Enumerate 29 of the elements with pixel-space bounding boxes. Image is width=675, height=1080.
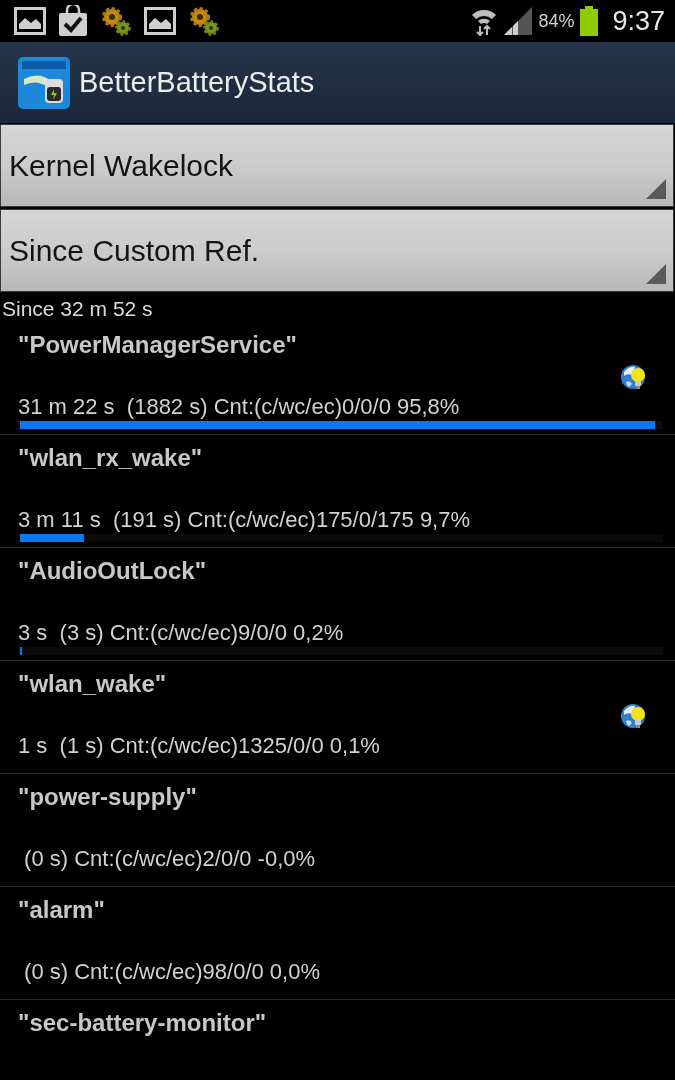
wakelock-stats: 3 m 11 s (191 s) Cnt:(c/wc/ec)175/0/175 9,7%: [17, 508, 472, 532]
wakelock-stats: 1 s (1 s) Cnt:(c/wc/ec)1325/0/0 0,1%: [17, 734, 381, 758]
dropdown[interactable]: Since Custom Ref.: [0, 209, 674, 292]
image-icon: [144, 7, 176, 35]
gears-icon: [188, 5, 220, 37]
wakelock-name[interactable]: "power-supply": [0, 783, 675, 811]
shopping-bag-check-icon: [58, 5, 88, 37]
corner-triangle-icon: [646, 264, 666, 284]
dropdown[interactable]: Kernel Wakelock: [0, 124, 674, 207]
wakelock-stats: (0 s) Cnt:(c/wc/ec)2/0/0 -0,0%: [23, 847, 317, 871]
wakelock-name[interactable]: "sec-battery-monitor": [0, 1009, 675, 1037]
wakelock-name[interactable]: "alarm": [0, 896, 675, 924]
wakelock-name[interactable]: "wlan_wake": [0, 670, 675, 698]
image-icon: [14, 7, 46, 35]
wakelock-stats: (0 s) Cnt:(c/wc/ec)98/0/0 0,0%: [23, 960, 321, 984]
wakelock-stats: 31 m 22 s (1882 s) Cnt:(c/wc/ec)0/0/0 95,8%: [17, 395, 461, 419]
wakelock-name[interactable]: "AudioOutLock": [0, 557, 675, 585]
time-range-label: Since 32 m 52 s: [1, 296, 154, 322]
signal-icon: [504, 7, 533, 35]
battery-icon: [580, 6, 599, 36]
app-title: BetterBatteryStats: [79, 66, 315, 99]
wakelock-stats: 3 s (3 s) Cnt:(c/wc/ec)9/0/0 0,2%: [17, 621, 345, 645]
clock: 9:37: [612, 5, 665, 37]
corner-triangle-icon: [646, 179, 666, 199]
wakelock-name[interactable]: "PowerManagerService": [0, 331, 675, 359]
app-logo-icon: [18, 56, 70, 109]
battery-percent: 84%: [538, 10, 575, 32]
wakelock-name[interactable]: "wlan_rx_wake": [0, 444, 675, 472]
gears-icon: [100, 5, 132, 37]
